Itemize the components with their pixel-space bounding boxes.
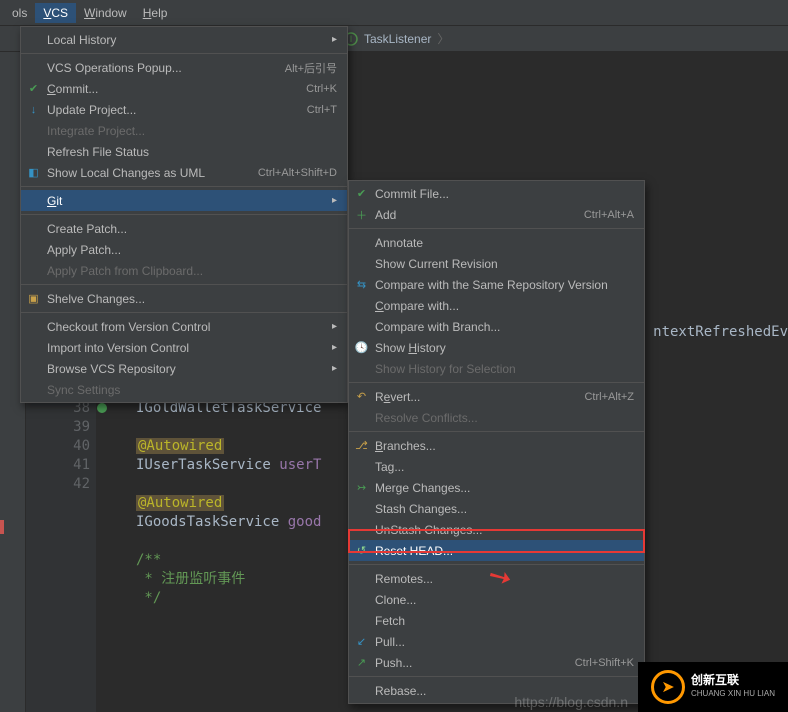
code-text: IUserTaskService userT xyxy=(136,457,321,473)
uml-icon: ◧ xyxy=(26,165,41,180)
line-number: 39 xyxy=(26,418,90,437)
menu-commit[interactable]: ✔Commit...Ctrl+K xyxy=(21,78,347,99)
compare-icon: ⇆ xyxy=(354,277,369,292)
update-icon: ↓ xyxy=(26,102,41,117)
separator xyxy=(349,228,644,229)
menu-fetch[interactable]: Fetch xyxy=(349,610,644,631)
menu-commit-file[interactable]: ✔Commit File... xyxy=(349,183,644,204)
separator xyxy=(21,53,347,54)
line-number: 41 xyxy=(26,456,90,475)
comment: /** xyxy=(136,552,161,568)
menu-help[interactable]: Help xyxy=(135,3,176,23)
menu-shelve-changes[interactable]: ▣Shelve Changes... xyxy=(21,288,347,309)
separator xyxy=(349,431,644,432)
menu-branches[interactable]: ⎇Branches... xyxy=(349,435,644,456)
menu-apply-patch-clipboard: Apply Patch from Clipboard... xyxy=(21,260,347,281)
add-icon: ＋ xyxy=(354,207,369,222)
line-number: 40 xyxy=(26,437,90,456)
annotation: @Autowired xyxy=(136,495,224,511)
menu-tag[interactable]: Tag... xyxy=(349,456,644,477)
vcs-dropdown: Local History▸ VCS Operations Popup...Al… xyxy=(20,26,348,403)
menu-show-current-rev[interactable]: Show Current Revision xyxy=(349,253,644,274)
chevron-icon: 〉 xyxy=(437,30,449,47)
menu-window[interactable]: Window xyxy=(76,3,135,23)
menu-clone[interactable]: Clone... xyxy=(349,589,644,610)
menu-browse-vcs[interactable]: Browse VCS Repository▸ xyxy=(21,358,347,379)
commit-icon: ✔ xyxy=(354,186,369,201)
menu-integrate-project: Integrate Project... xyxy=(21,120,347,141)
comment: */ xyxy=(136,590,161,606)
menu-update-project[interactable]: ↓Update Project...Ctrl+T xyxy=(21,99,347,120)
commit-icon: ✔ xyxy=(26,81,41,96)
menu-import-vcs[interactable]: Import into Version Control▸ xyxy=(21,337,347,358)
menu-remotes[interactable]: Remotes... xyxy=(349,568,644,589)
menu-show-history[interactable]: 🕓Show History xyxy=(349,337,644,358)
menu-create-patch[interactable]: Create Patch... xyxy=(21,218,347,239)
separator xyxy=(349,382,644,383)
menu-merge[interactable]: ↣Merge Changes... xyxy=(349,477,644,498)
separator xyxy=(21,186,347,187)
push-icon: ↗ xyxy=(354,655,369,670)
error-marker xyxy=(0,520,4,534)
separator xyxy=(21,312,347,313)
separator xyxy=(21,214,347,215)
menu-git[interactable]: Git▸ xyxy=(21,190,347,211)
shelve-icon: ▣ xyxy=(26,291,41,306)
separator xyxy=(349,676,644,677)
menu-vcs[interactable]: VCS xyxy=(35,3,76,23)
menu-resolve-conflicts: Resolve Conflicts... xyxy=(349,407,644,428)
menu-push[interactable]: ↗Push...Ctrl+Shift+K xyxy=(349,652,644,673)
reset-icon: ↺ xyxy=(354,543,369,558)
menu-reset-head[interactable]: ↺Reset HEAD... xyxy=(349,540,644,561)
brand-logo: ➤ 创新互联 CHUANG XIN HU LIAN xyxy=(638,662,788,712)
logo-circle-icon: ➤ xyxy=(651,670,685,704)
watermark: https://blog.csdn.n xyxy=(514,694,628,710)
menu-sync-settings: Sync Settings xyxy=(21,379,347,400)
svg-text:I: I xyxy=(350,34,353,44)
menu-checkout-vcs[interactable]: Checkout from Version Control▸ xyxy=(21,316,347,337)
line-number: 42 xyxy=(26,475,90,494)
pull-icon: ↙ xyxy=(354,634,369,649)
vcs-change-icon xyxy=(96,402,108,414)
menu-stash[interactable]: Stash Changes... xyxy=(349,498,644,519)
menu-show-uml[interactable]: ◧Show Local Changes as UMLCtrl+Alt+Shift… xyxy=(21,162,347,183)
menu-bar: ols VCS Window Help xyxy=(0,0,788,26)
git-submenu: ✔Commit File... ＋AddCtrl+Alt+A Annotate … xyxy=(348,180,645,704)
menu-local-history[interactable]: Local History▸ xyxy=(21,29,347,50)
menu-compare-same-repo[interactable]: ⇆Compare with the Same Repository Versio… xyxy=(349,274,644,295)
history-icon: 🕓 xyxy=(354,340,369,355)
menu-pull[interactable]: ↙Pull... xyxy=(349,631,644,652)
menu-show-history-selection: Show History for Selection xyxy=(349,358,644,379)
menu-vcs-ops-popup[interactable]: VCS Operations Popup...Alt+后引号 xyxy=(21,57,347,78)
separator xyxy=(21,284,347,285)
breadcrumb-item[interactable]: TaskListener xyxy=(364,32,431,46)
menu-annotate[interactable]: Annotate xyxy=(349,232,644,253)
separator xyxy=(349,564,644,565)
revert-icon: ↶ xyxy=(354,389,369,404)
code-text: IGoodsTaskService good xyxy=(136,514,321,530)
menu-tools[interactable]: ols xyxy=(4,3,35,23)
comment: * 注册监听事件 xyxy=(136,571,245,587)
menu-git-add[interactable]: ＋AddCtrl+Alt+A xyxy=(349,204,644,225)
menu-apply-patch[interactable]: Apply Patch... xyxy=(21,239,347,260)
menu-revert[interactable]: ↶Revert...Ctrl+Alt+Z xyxy=(349,386,644,407)
menu-refresh-status[interactable]: Refresh File Status xyxy=(21,141,347,162)
annotation: @Autowired xyxy=(136,438,224,454)
menu-unstash[interactable]: UnStash Changes... xyxy=(349,519,644,540)
menu-compare-with[interactable]: Compare with... xyxy=(349,295,644,316)
merge-icon: ↣ xyxy=(354,480,369,495)
code-fragment: ntextRefreshedEv xyxy=(653,324,788,340)
menu-compare-branch[interactable]: Compare with Branch... xyxy=(349,316,644,337)
branch-icon: ⎇ xyxy=(354,438,369,453)
